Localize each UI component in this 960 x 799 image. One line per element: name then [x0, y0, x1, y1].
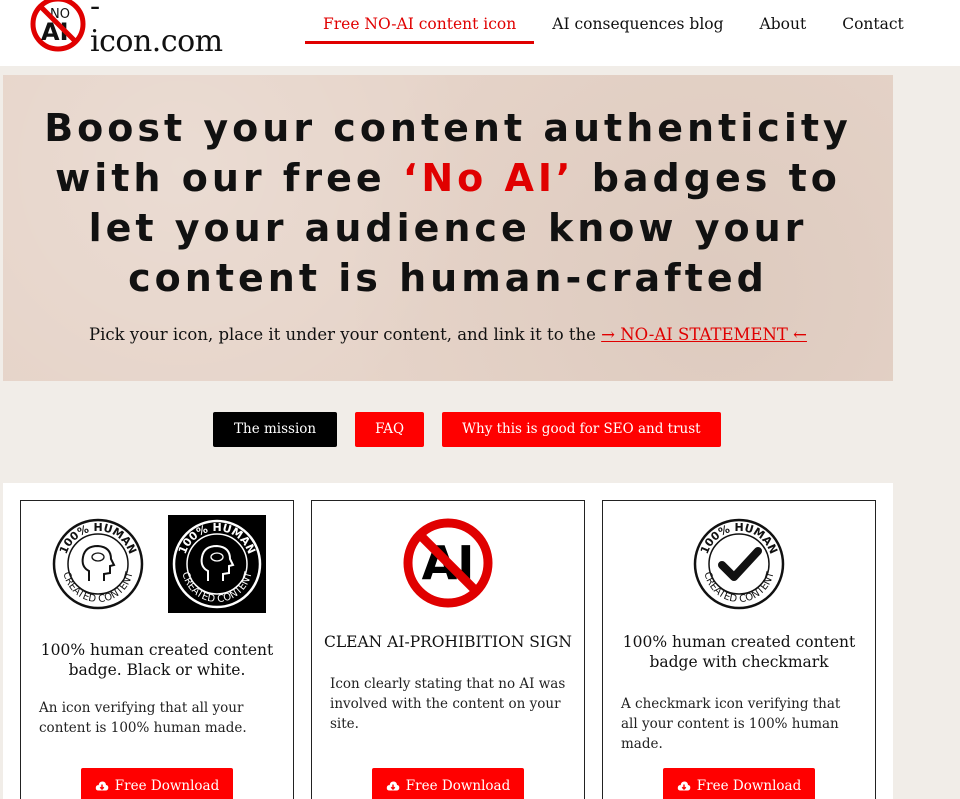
main-nav: Free NO-AI content icon AI consequences … [305, 0, 922, 46]
cloud-download-icon [677, 781, 691, 791]
logo-text: -icon.com [90, 0, 223, 59]
download-label: Free Download [114, 778, 220, 794]
cloud-download-icon [386, 781, 400, 791]
nav-item-blog[interactable]: AI consequences blog [534, 0, 741, 46]
download-label: Free Download [405, 778, 511, 794]
nav-item-contact[interactable]: Contact [824, 0, 922, 46]
free-download-button[interactable]: Free Download [663, 768, 815, 799]
hero-subtitle-text: Pick your icon, place it under your cont… [89, 325, 602, 344]
free-download-button[interactable]: Free Download [81, 768, 233, 799]
no-ai-logo-icon: NO AI [28, 0, 88, 54]
seo-button[interactable]: Why this is good for SEO and trust [442, 412, 721, 447]
hero-title: Boost your content authenticity with our… [43, 103, 853, 303]
nav-item-about[interactable]: About [742, 0, 825, 46]
human-badge-black-icon[interactable]: 100% HUMAN CREATED CONTENT [168, 515, 266, 617]
card-ai-prohibition: AI CLEAN AI-PROHIBITION SIGN Icon clearl… [311, 500, 585, 799]
card-description: Icon clearly stating that no AI was invo… [330, 676, 566, 732]
card-title: CLEAN AI-PROHIBITION SIGN [323, 633, 572, 651]
human-badge-white-icon[interactable]: 100% HUMAN CREATED CONTENT [51, 517, 145, 615]
site-logo[interactable]: NO AI -icon.com [28, 0, 228, 59]
hero-title-highlight: ‘No AI’ [402, 156, 575, 200]
download-label: Free Download [696, 778, 802, 794]
cloud-download-icon [95, 781, 109, 791]
card-description: An icon verifying that all your content … [39, 700, 247, 736]
card-description: A checkmark icon verifying that all your… [621, 696, 841, 752]
ai-prohibition-sign-icon[interactable]: AI [402, 517, 494, 613]
section-buttons: The mission FAQ Why this is good for SEO… [213, 412, 721, 447]
faq-button[interactable]: FAQ [355, 412, 425, 447]
nav-item-free-icon[interactable]: Free NO-AI content icon [305, 0, 535, 46]
card-human-checkmark: 100% HUMAN CREATED CONTENT 100% human cr… [602, 500, 876, 799]
no-ai-statement-link[interactable]: → NO-AI STATEMENT ← [601, 325, 807, 344]
hero-section: Boost your content authenticity with our… [3, 75, 893, 381]
mission-button[interactable]: The mission [213, 412, 338, 447]
site-header: NO AI -icon.com Free NO-AI content icon … [0, 0, 960, 66]
human-checkmark-badge-icon[interactable]: 100% HUMAN CREATED CONTENT [692, 517, 786, 615]
card-title: 100% human created content badge with ch… [622, 633, 856, 671]
card-title: 100% human created content badge. Black … [40, 641, 274, 679]
hero-subtitle: Pick your icon, place it under your cont… [3, 325, 893, 344]
card-human-badge: 100% HUMAN CREATED CONTENT 100% HUMAN CR… [20, 500, 294, 799]
free-download-button[interactable]: Free Download [372, 768, 524, 799]
